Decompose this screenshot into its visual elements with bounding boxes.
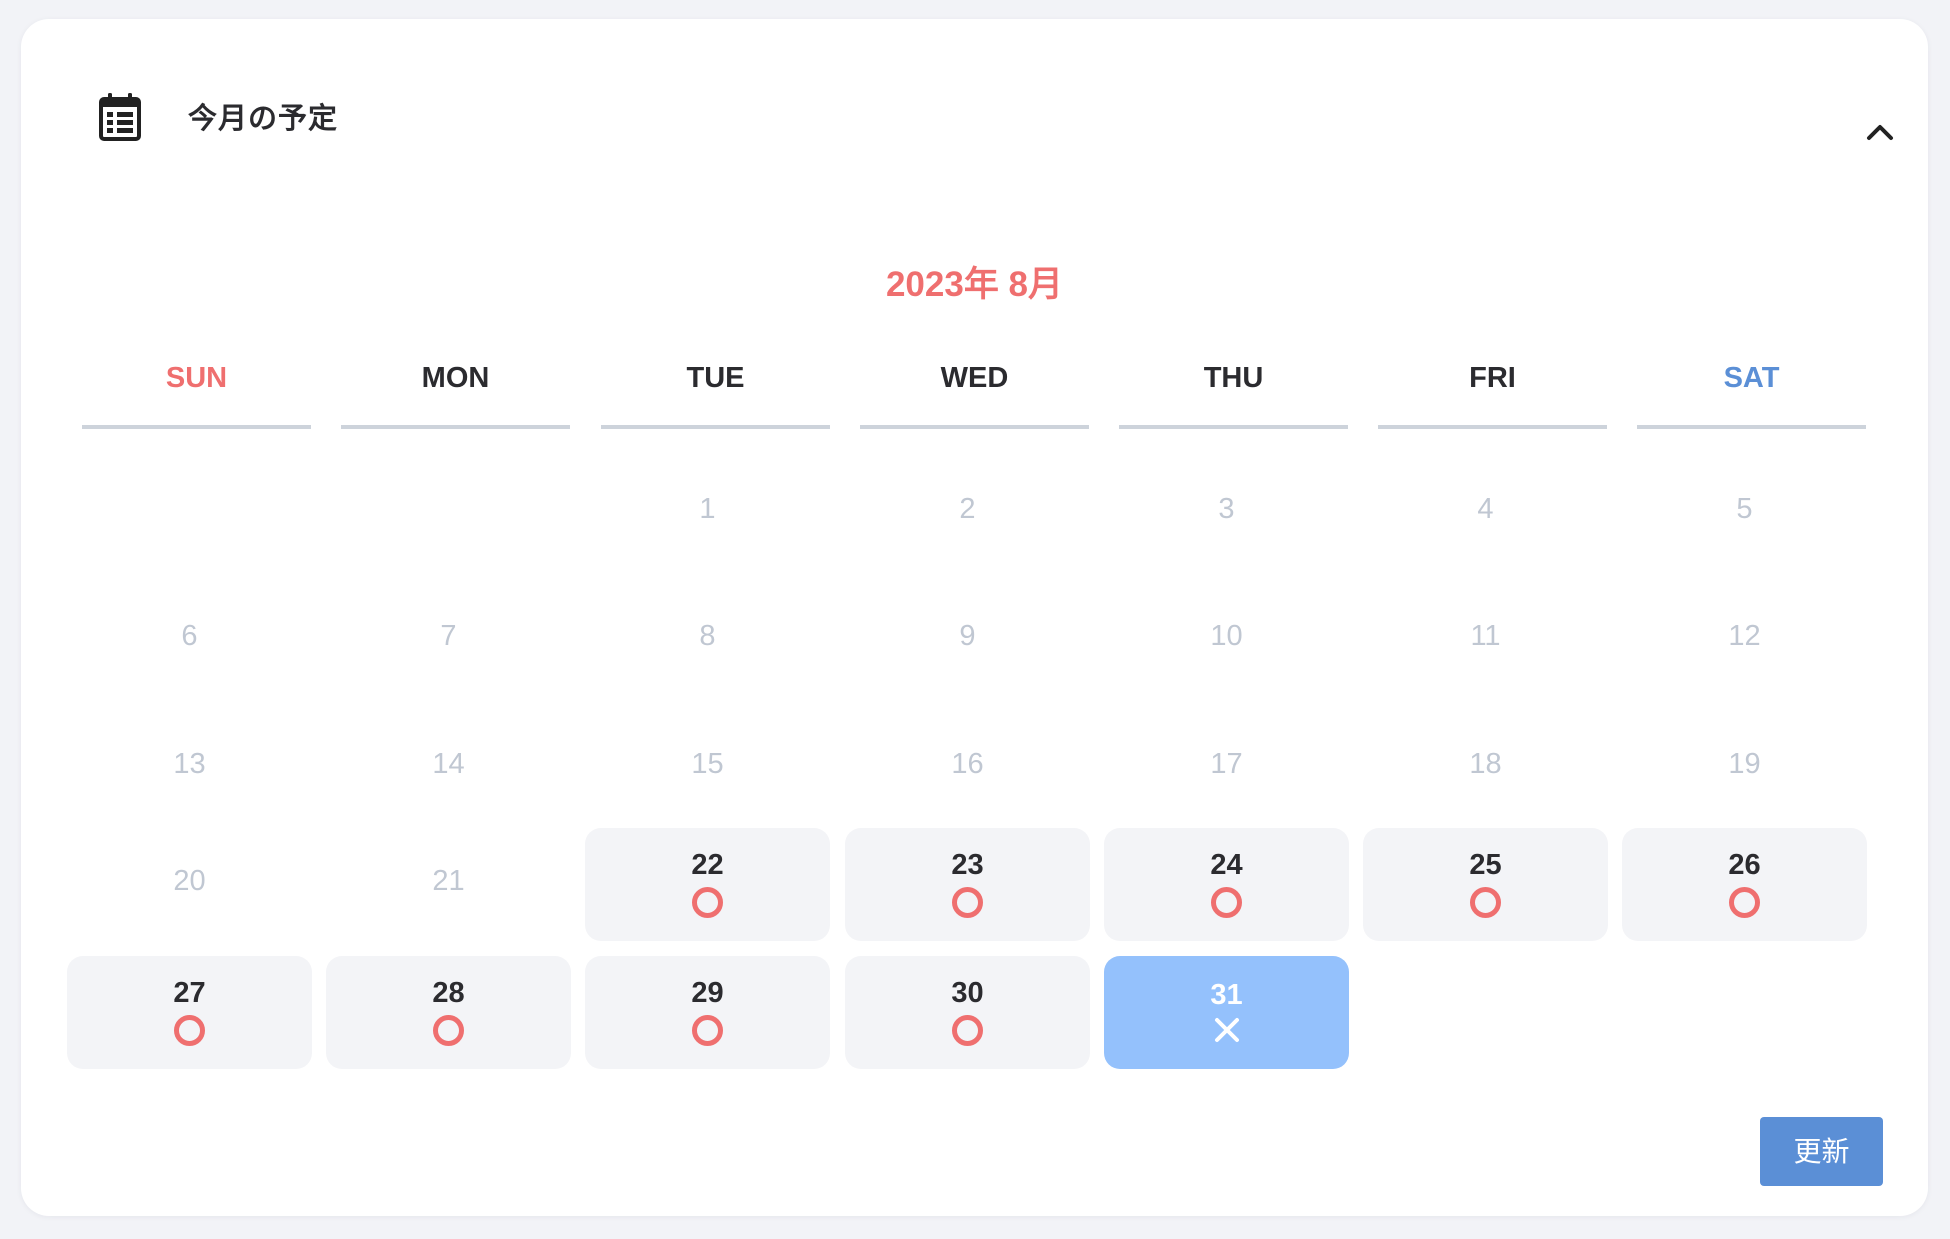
calendar-day-26[interactable]: 26 [1622,828,1867,941]
weekday-fri: FRI [1378,354,1607,429]
day-number: 28 [432,977,465,1009]
day-number: 19 [1728,748,1761,780]
day-number: 20 [173,865,206,897]
calendar-day-17: 17 [1104,711,1349,824]
weekday-mon: MON [341,354,570,429]
calendar-day-8: 8 [585,583,830,696]
calendar-icon [99,93,141,141]
day-number: 24 [1210,849,1243,881]
calendar-day-16: 16 [845,711,1090,824]
card-header: 今月の予定 [21,19,1928,219]
calendar-day-18: 18 [1363,711,1608,824]
calendar-day-24[interactable]: 24 [1104,828,1349,941]
chevron-up-icon [1867,125,1893,140]
day-number: 30 [951,977,984,1009]
card-title: 今月の予定 [188,103,339,135]
available-circle-icon [692,1015,723,1046]
calendar-day-23[interactable]: 23 [845,828,1090,941]
day-number: 22 [691,849,724,881]
calendar-day-15: 15 [585,711,830,824]
weekday-sun: SUN [82,354,311,429]
available-circle-icon [1470,887,1501,918]
available-circle-icon [952,887,983,918]
day-number: 25 [1469,849,1502,881]
available-circle-icon [174,1015,205,1046]
available-circle-icon [1729,887,1760,918]
day-number: 17 [1210,748,1243,780]
day-number: 7 [440,620,457,652]
calendar-day-10: 10 [1104,583,1349,696]
day-number: 13 [173,748,206,780]
day-number: 6 [181,620,198,652]
calendar-day-7: 7 [326,583,571,696]
weekday-thu: THU [1119,354,1348,429]
calendar-day-13: 13 [67,711,312,824]
day-number: 3 [1218,493,1235,525]
day-number: 8 [699,620,716,652]
day-number: 9 [959,620,976,652]
day-number: 12 [1728,620,1761,652]
day-number: 16 [951,748,984,780]
day-number: 31 [1210,979,1243,1011]
update-button[interactable]: 更新 [1760,1117,1883,1186]
weekday-wed: WED [860,354,1089,429]
weekday-sat: SAT [1637,354,1866,429]
weekday-tue: TUE [601,354,830,429]
calendar-day-14: 14 [326,711,571,824]
day-number: 14 [432,748,465,780]
calendar-day-12: 12 [1622,583,1867,696]
calendar-day-19: 19 [1622,711,1867,824]
calendar-day-1: 1 [585,456,830,569]
calendar-day-25[interactable]: 25 [1363,828,1608,941]
day-number: 10 [1210,620,1243,652]
day-number: 21 [432,865,465,897]
calendar-day-11: 11 [1363,583,1608,696]
available-circle-icon [952,1015,983,1046]
day-number: 5 [1736,493,1753,525]
calendar-day-6: 6 [67,583,312,696]
calendar-day-5: 5 [1622,456,1867,569]
calendar-day-20: 20 [67,828,312,941]
collapse-button[interactable] [1850,101,1910,161]
day-number: 26 [1728,849,1761,881]
calendar-day-4: 4 [1363,456,1608,569]
calendar-day-29[interactable]: 29 [585,956,830,1069]
calendar-day-3: 3 [1104,456,1349,569]
day-number: 27 [173,977,206,1009]
day-number: 4 [1477,493,1494,525]
calendar-day-21: 21 [326,828,571,941]
day-number: 1 [699,493,716,525]
calendar-day-28[interactable]: 28 [326,956,571,1069]
month-label: 2023年 8月 [885,265,1064,304]
day-number: 15 [691,748,724,780]
day-number: 29 [691,977,724,1009]
calendar-day-30[interactable]: 30 [845,956,1090,1069]
calendar-day-31[interactable]: 31 [1104,956,1349,1069]
cross-icon [1214,1018,1239,1042]
day-number: 23 [951,849,984,881]
available-circle-icon [1211,887,1242,918]
day-number: 11 [1470,620,1501,652]
calendar-day-2: 2 [845,456,1090,569]
schedule-card: 今月の予定 2023年 8月 SUN MON TUE WED THU FRI S… [21,19,1928,1216]
day-number: 18 [1469,748,1502,780]
calendar-day-22[interactable]: 22 [585,828,830,941]
calendar-day-9: 9 [845,583,1090,696]
day-number: 2 [959,493,976,525]
available-circle-icon [692,887,723,918]
available-circle-icon [433,1015,464,1046]
calendar-day-27[interactable]: 27 [67,956,312,1069]
